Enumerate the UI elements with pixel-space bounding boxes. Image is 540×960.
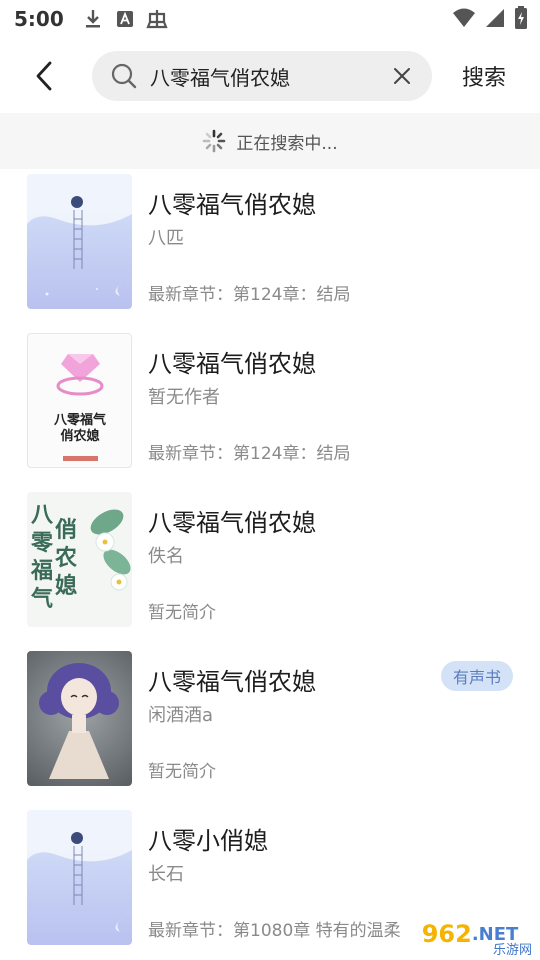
svg-text:福: 福 bbox=[30, 558, 53, 584]
status-time: 5:00 bbox=[14, 7, 64, 31]
book-intro: 暂无简介 bbox=[148, 762, 216, 782]
back-arrow-icon bbox=[36, 61, 52, 90]
status-bar: 5:00 bbox=[0, 0, 540, 38]
app-notification-icon bbox=[114, 8, 136, 30]
svg-text:俏: 俏 bbox=[55, 517, 77, 543]
book-title: 八零福气俏农媳 bbox=[148, 509, 316, 537]
book-intro: 暂无简介 bbox=[148, 603, 216, 623]
book-title: 八零福气俏农媳 bbox=[148, 350, 316, 378]
battery-icon bbox=[515, 6, 527, 29]
search-input[interactable]: 八零福气俏农媳 bbox=[150, 62, 382, 91]
book-author: 八匹 bbox=[148, 228, 184, 249]
latest-chapter: 最新章节：第1080章 特有的温柔 bbox=[148, 921, 401, 941]
download-icon bbox=[82, 8, 104, 30]
searching-banner: 正在搜索中... bbox=[0, 113, 540, 169]
signal-icon bbox=[486, 9, 504, 27]
book-author: 暂无作者 bbox=[148, 387, 220, 408]
clear-search-button[interactable] bbox=[382, 56, 422, 96]
book-title: 八零福气俏农媳 bbox=[148, 668, 316, 696]
svg-text:俏农媳: 俏农媳 bbox=[60, 428, 99, 444]
list-item[interactable]: 八零福气俏农媳 八匹 最新章节：第124章：结局 bbox=[0, 169, 540, 328]
audiobook-badge: 有声书 bbox=[441, 661, 513, 691]
list-item[interactable]: 八零福气 俏农媳 八零福气俏农媳 暂无作者 最新章节：第124章：结局 bbox=[0, 328, 540, 487]
search-icon bbox=[111, 63, 137, 89]
site-watermark: 962 .NET 乐游网 bbox=[400, 908, 540, 960]
back-button[interactable] bbox=[14, 46, 74, 106]
book-cover bbox=[27, 651, 132, 786]
book-cover: 八 零 福 气 俏 农 媳 bbox=[27, 492, 132, 627]
status-indicators bbox=[452, 6, 528, 30]
svg-text:八零福气: 八零福气 bbox=[53, 412, 106, 428]
search-box[interactable]: 八零福气俏农媳 bbox=[92, 51, 432, 101]
list-item[interactable]: 八零福气俏农媳 有声书 闲酒酒a 暂无简介 bbox=[0, 646, 540, 805]
latest-chapter: 最新章节：第124章：结局 bbox=[148, 444, 351, 464]
book-title: 八零小俏媳 bbox=[148, 827, 268, 855]
watermark-site-name: 乐游网 bbox=[492, 943, 532, 958]
svg-text:农: 农 bbox=[54, 545, 77, 571]
book-author: 长石 bbox=[148, 864, 184, 885]
wifi-icon bbox=[453, 8, 475, 27]
loading-spinner-icon bbox=[203, 129, 226, 153]
bug-icon bbox=[146, 8, 168, 30]
book-author: 闲酒酒a bbox=[148, 705, 214, 726]
svg-text:气: 气 bbox=[30, 586, 53, 612]
latest-chapter: 最新章节：第124章：结局 bbox=[148, 285, 351, 305]
watermark-number: 962 bbox=[421, 920, 472, 948]
book-cover bbox=[27, 174, 132, 309]
close-icon bbox=[394, 68, 410, 84]
search-button[interactable]: 搜索 bbox=[462, 60, 506, 92]
svg-text:八: 八 bbox=[31, 502, 54, 528]
book-title: 八零福气俏农媳 bbox=[148, 191, 316, 219]
search-header: 八零福气俏农媳 搜索 bbox=[0, 38, 540, 113]
book-cover bbox=[27, 810, 132, 945]
list-item[interactable]: 八 零 福 气 俏 农 媳 八零福气俏农媳 佚名 暂无简介 bbox=[0, 487, 540, 646]
book-cover: 八零福气 俏农媳 bbox=[27, 333, 132, 468]
svg-text:媳: 媳 bbox=[55, 573, 77, 599]
svg-text:零: 零 bbox=[30, 530, 54, 556]
searching-text: 正在搜索中... bbox=[236, 133, 338, 154]
book-author: 佚名 bbox=[148, 546, 184, 567]
